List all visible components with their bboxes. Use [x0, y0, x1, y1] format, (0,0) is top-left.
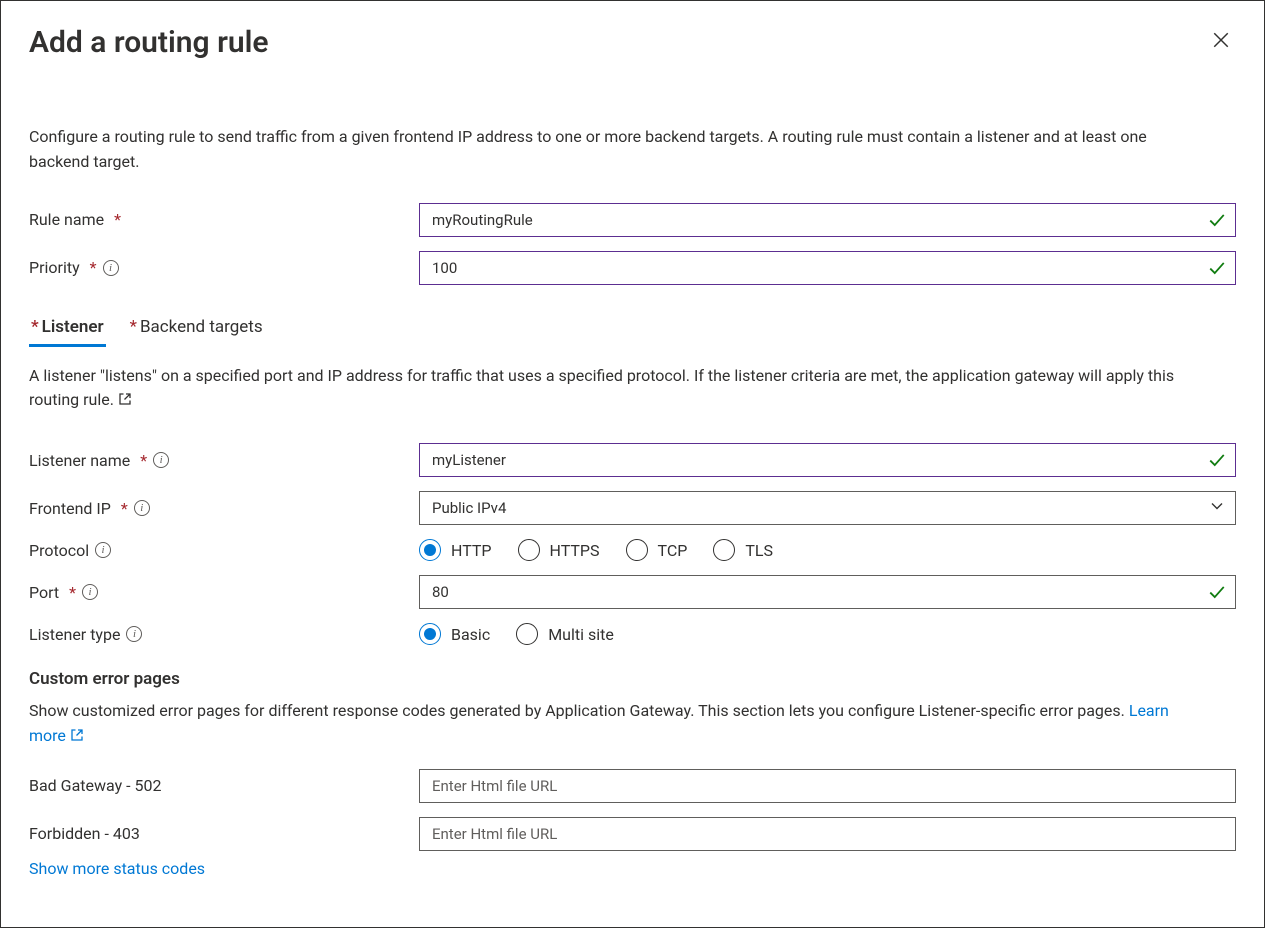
external-link-icon [70, 726, 84, 745]
required-mark: * [31, 317, 39, 337]
tab-listener[interactable]: *Listener [29, 311, 106, 347]
info-icon[interactable] [126, 626, 142, 642]
rule-name-label: Rule name* [29, 210, 419, 229]
protocol-radio-tls[interactable]: TLS [713, 539, 773, 561]
top-form: Rule name* Priority* [29, 203, 1236, 285]
close-button[interactable] [1206, 25, 1236, 55]
port-field-wrap [419, 575, 1236, 609]
listener-type-radio-basic[interactable]: Basic [419, 623, 490, 645]
listener-tab-description: A listener "listens" on a specified port… [29, 364, 1219, 414]
rule-name-field-wrap [419, 203, 1236, 237]
port-label: Port* [29, 583, 419, 602]
frontend-ip-select[interactable]: Public IPv4 [419, 491, 1236, 525]
close-icon [1212, 37, 1230, 52]
radio-dot [626, 539, 648, 561]
required-mark: * [69, 583, 76, 602]
required-mark: * [140, 451, 147, 470]
radio-dot [516, 623, 538, 645]
bad-gateway-input[interactable] [419, 769, 1236, 803]
external-link-icon[interactable] [118, 390, 132, 409]
protocol-label: Protocol [29, 541, 419, 560]
forbidden-field-wrap [419, 817, 1236, 851]
frontend-ip-select-wrap: Public IPv4 [419, 491, 1236, 525]
radio-dot [419, 539, 441, 561]
custom-error-pages-heading: Custom error pages [29, 669, 1236, 689]
listener-name-label: Listener name* [29, 451, 419, 470]
info-icon[interactable] [82, 584, 98, 600]
protocol-radio-https[interactable]: HTTPS [518, 539, 600, 561]
tab-backend-targets[interactable]: *Backend targets [128, 311, 265, 347]
listener-type-radio-multisite[interactable]: Multi site [516, 623, 614, 645]
info-icon[interactable] [95, 542, 111, 558]
forbidden-input[interactable] [419, 817, 1236, 851]
radio-dot [713, 539, 735, 561]
protocol-radio-group: HTTP HTTPS TCP TLS [419, 539, 1236, 561]
protocol-radio-tcp[interactable]: TCP [626, 539, 688, 561]
port-input[interactable] [419, 575, 1236, 609]
radio-dot [419, 623, 441, 645]
panel-title: Add a routing rule [29, 25, 269, 61]
listener-form: Listener name* Frontend IP* Public IPv4 … [29, 443, 1236, 645]
radio-dot [518, 539, 540, 561]
info-icon[interactable] [153, 452, 169, 468]
listener-name-input[interactable] [419, 443, 1236, 477]
required-mark: * [121, 499, 128, 518]
protocol-radio-http[interactable]: HTTP [419, 539, 492, 561]
priority-label: Priority* [29, 258, 419, 277]
forbidden-label: Forbidden - 403 [29, 824, 419, 843]
rule-name-input[interactable] [419, 203, 1236, 237]
required-mark: * [90, 258, 97, 277]
error-pages-form: Bad Gateway - 502 Forbidden - 403 [29, 769, 1236, 851]
intro-text: Configure a routing rule to send traffic… [29, 125, 1199, 175]
listener-type-radio-group: Basic Multi site [419, 623, 1236, 645]
frontend-ip-label: Frontend IP* [29, 499, 419, 518]
panel-header: Add a routing rule [29, 25, 1236, 89]
custom-error-pages-description: Show customized error pages for differen… [29, 699, 1199, 749]
required-mark: * [114, 210, 121, 229]
info-icon[interactable] [134, 500, 150, 516]
routing-rule-panel: Add a routing rule Configure a routing r… [0, 0, 1265, 928]
info-icon[interactable] [103, 260, 119, 276]
bad-gateway-label: Bad Gateway - 502 [29, 776, 419, 795]
required-mark: * [130, 317, 137, 337]
priority-input[interactable] [419, 251, 1236, 285]
listener-type-label: Listener type [29, 625, 419, 644]
frontend-ip-selected: Public IPv4 [432, 499, 506, 517]
tabs: *Listener *Backend targets [29, 311, 1236, 348]
listener-name-field-wrap [419, 443, 1236, 477]
priority-field-wrap [419, 251, 1236, 285]
show-more-status-codes-link[interactable]: Show more status codes [29, 859, 205, 878]
bad-gateway-field-wrap [419, 769, 1236, 803]
